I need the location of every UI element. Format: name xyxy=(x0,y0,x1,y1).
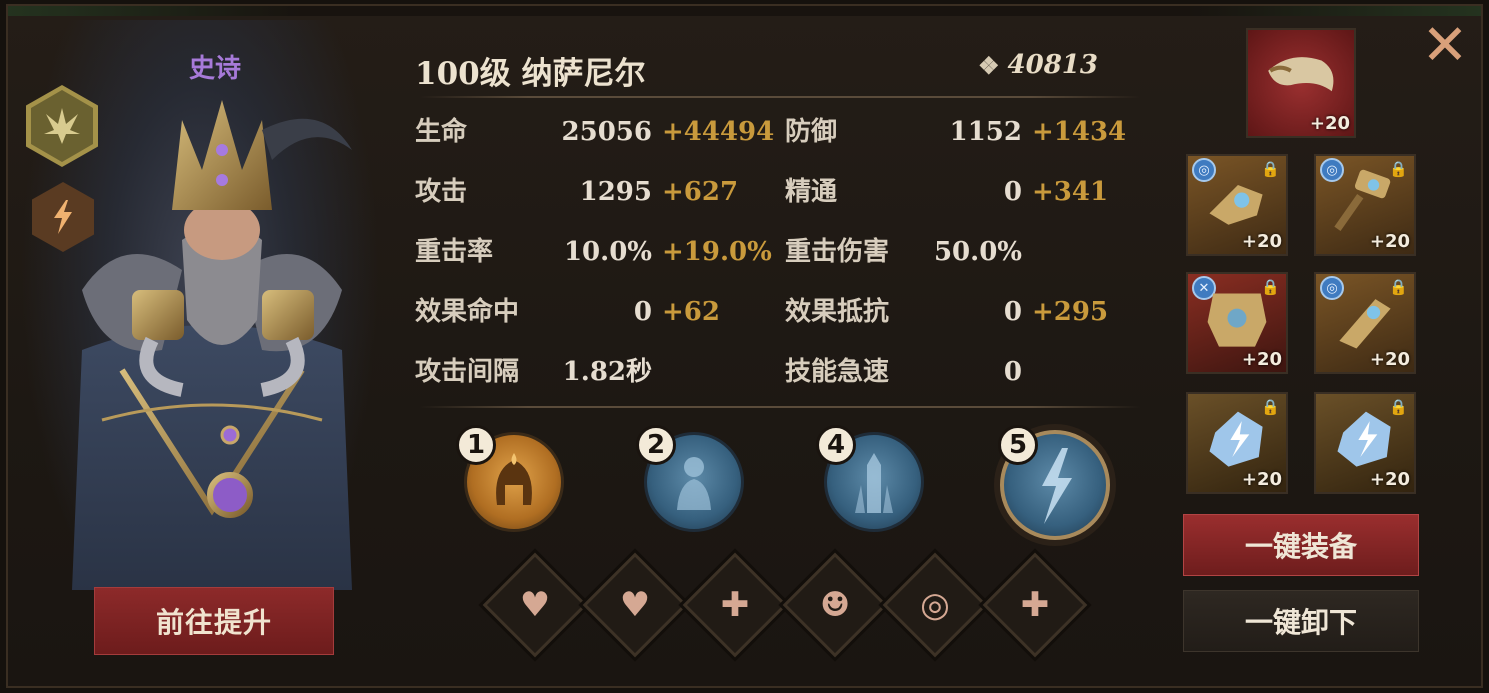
stat-bonus-hp: +44494 xyxy=(662,117,775,147)
equip-level-4: +20 xyxy=(1369,349,1410,370)
stat-base-effect-resist: 0 xyxy=(1003,297,1022,327)
equip-level-5: +20 xyxy=(1241,469,1282,490)
lightning-crystal-icon xyxy=(1337,411,1391,467)
stat-label-crit-damage: 重击伤害 xyxy=(785,237,890,267)
stat-bonus-defense: +1434 xyxy=(1032,117,1127,147)
stat-label-defense: 防御 xyxy=(785,117,838,147)
unequip-all-button[interactable]: 一键卸下 xyxy=(1183,590,1419,652)
sprout-plus-icon: ✚ xyxy=(720,585,750,625)
stat-base-defense: 1152 xyxy=(949,117,1022,147)
lightning-crystal-icon xyxy=(1209,411,1263,467)
stat-base-hp: 25056 xyxy=(561,117,652,147)
rarity-label: 史诗 xyxy=(188,54,241,84)
stat-bonus-mastery: +341 xyxy=(1032,177,1109,207)
stat-label-mastery: 精通 xyxy=(785,177,838,207)
skill-number-4: 4 xyxy=(816,425,856,465)
equip-level-6: +20 xyxy=(1369,469,1410,490)
combat-power-value: 40813 xyxy=(1007,50,1098,80)
stat-label-crit-rate: 重击率 xyxy=(415,237,494,267)
stat-base-attack-interval: 1.82秒 xyxy=(562,357,652,387)
heart-icon: ♥ xyxy=(519,585,551,625)
skill-number-2: 2 xyxy=(636,425,676,465)
equip-level-3: +20 xyxy=(1241,349,1282,370)
power-icon: ❖ xyxy=(978,50,1000,80)
stat-base-skill-haste: 0 xyxy=(1003,357,1022,387)
bracer-icon xyxy=(1339,299,1391,349)
equip-level-1: +20 xyxy=(1241,231,1282,252)
divider-skills xyxy=(420,406,1140,408)
divider-top xyxy=(420,96,1140,98)
gauntlet-icon xyxy=(1209,184,1263,225)
equip-level-2: +20 xyxy=(1369,231,1410,252)
stat-bonus-effect-resist: +295 xyxy=(1032,297,1109,327)
sprout-plus-icon: ✚ xyxy=(1020,585,1050,625)
equip-slot-2[interactable]: ◎ 🔒 +20 xyxy=(1314,154,1416,256)
stat-label-hp: 生命 xyxy=(415,117,468,147)
stat-base-crit-rate: 10.0% xyxy=(563,237,652,267)
equip-slot-5[interactable]: 🔒 +20 xyxy=(1186,392,1288,494)
hammer-icon xyxy=(1334,169,1391,231)
weapon-level: +20 xyxy=(1309,113,1350,134)
stat-base-effect-hit: 0 xyxy=(633,297,652,327)
hero-character-art xyxy=(72,100,352,590)
stat-bonus-effect-hit: +62 xyxy=(662,297,720,327)
hero-level-name: 100级 纳萨尼尔 xyxy=(415,56,646,92)
go-upgrade-button[interactable]: 前往提升 xyxy=(94,587,334,655)
equip-slot-3[interactable]: ✕ 🔒 +20 xyxy=(1186,272,1288,374)
horn-weapon-icon xyxy=(1268,57,1334,92)
weapon-slot[interactable]: +20 xyxy=(1246,28,1356,138)
stat-label-attack: 攻击 xyxy=(415,177,468,207)
armor-chest-icon xyxy=(1207,293,1267,347)
stat-label-attack-interval: 攻击间隔 xyxy=(415,357,520,387)
face-aura-icon: ☻ xyxy=(819,585,851,625)
combat-power: ❖ 40813 xyxy=(978,50,1098,80)
skill-number-1: 1 xyxy=(456,425,496,465)
stat-base-attack: 1295 xyxy=(579,177,652,207)
stat-label-skill-haste: 技能急速 xyxy=(785,357,890,387)
skill-number-5: 5 xyxy=(998,425,1038,465)
stat-label-effect-resist: 效果抵抗 xyxy=(785,297,890,327)
equip-slot-4[interactable]: ◎ 🔒 +20 xyxy=(1314,272,1416,374)
stat-base-crit-damage: 50.0% xyxy=(933,237,1022,267)
close-icon[interactable]: ✕ xyxy=(1417,18,1473,74)
stat-bonus-crit-rate: +19.0% xyxy=(662,237,772,267)
stat-bonus-attack: +627 xyxy=(662,177,739,207)
stat-label-effect-hit: 效果命中 xyxy=(415,297,520,327)
equip-slot-6[interactable]: 🔒 +20 xyxy=(1314,392,1416,494)
swirl-icon: ◎ xyxy=(920,585,950,625)
equip-all-button[interactable]: 一键装备 xyxy=(1183,514,1419,576)
stat-base-mastery: 0 xyxy=(1003,177,1022,207)
equip-slot-1[interactable]: ◎ 🔒 +20 xyxy=(1186,154,1288,256)
heart-ripple-icon: ♥ xyxy=(619,585,651,625)
